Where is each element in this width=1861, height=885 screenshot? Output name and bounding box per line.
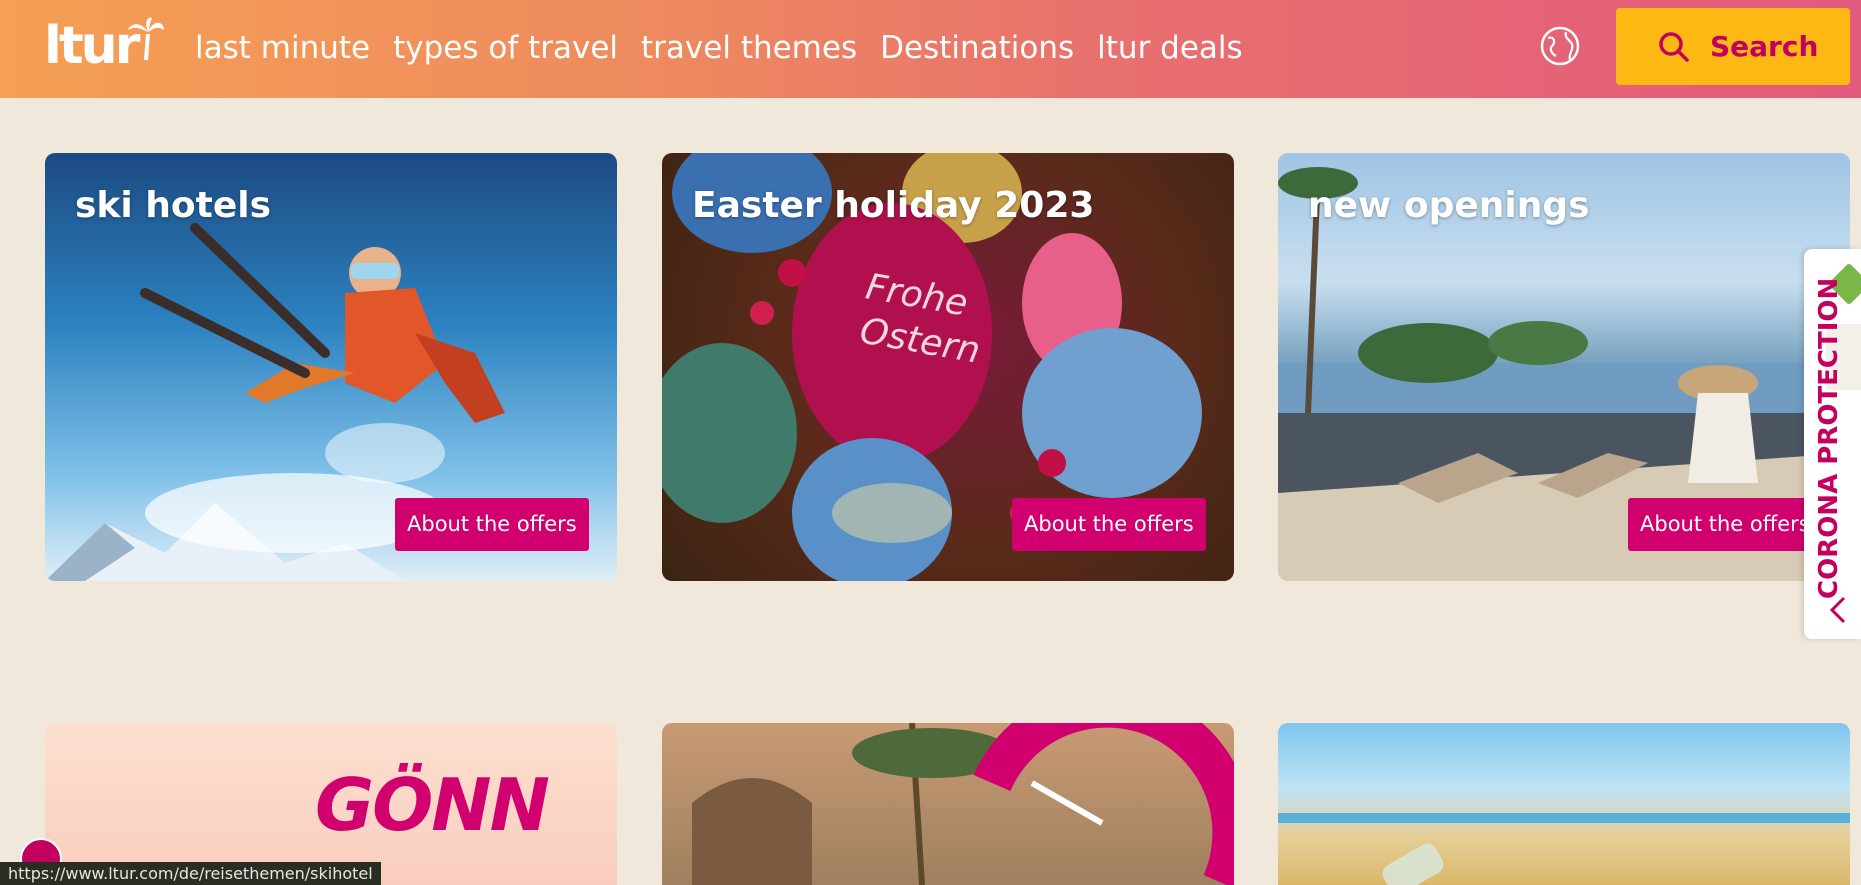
logo-text: ltur: [44, 16, 140, 76]
nav-destinations[interactable]: Destinations: [880, 28, 1074, 68]
search-button[interactable]: Search: [1616, 8, 1850, 85]
nav-types-of-travel[interactable]: types of travel: [393, 28, 618, 68]
card-beach[interactable]: [1278, 723, 1850, 885]
palm-tree-icon: [128, 17, 164, 60]
card-title: Easter holiday 2023: [692, 185, 1095, 226]
nav-ltur-deals[interactable]: ltur deals: [1097, 28, 1243, 68]
chevron-left-icon[interactable]: [1826, 594, 1850, 626]
card-title: ski hotels: [75, 185, 271, 226]
card-new-openings[interactable]: new openings About the offers: [1278, 153, 1850, 581]
beach-bottle-image: [1278, 813, 1850, 885]
nav-last-minute[interactable]: last minute: [195, 28, 370, 68]
card-promo-gonn[interactable]: GÖNN: [45, 723, 617, 885]
nav-travel-themes[interactable]: travel themes: [641, 28, 857, 68]
ltur-logo[interactable]: ltur: [44, 16, 164, 76]
card-ski-hotels[interactable]: ski hotels About the offers: [45, 153, 617, 581]
main-nav: last minute types of travel travel theme…: [195, 28, 1266, 68]
about-offers-button[interactable]: About the offers: [1628, 498, 1822, 551]
about-offers-button[interactable]: About the offers: [395, 498, 589, 551]
search-icon: [1659, 31, 1689, 62]
card-title: new openings: [1308, 185, 1590, 226]
promo-text: GÖNN: [315, 763, 550, 847]
corona-protection-tab[interactable]: CORONA PROTECTION: [1804, 249, 1861, 639]
search-button-label: Search: [1710, 30, 1819, 63]
card-arches[interactable]: [662, 723, 1234, 885]
status-bar-url: https://www.ltur.com/de/reisethemen/skih…: [0, 862, 381, 885]
site-header: ltur last minute types of travel travel …: [0, 0, 1861, 98]
card-easter-holiday[interactable]: Frohe Ostern Easter holiday 2023 About t…: [662, 153, 1234, 581]
about-offers-button[interactable]: About the offers: [1012, 498, 1206, 551]
globe-icon[interactable]: [1540, 26, 1580, 66]
side-tab-label: CORONA PROTECTION: [1814, 277, 1844, 599]
arches-image: [692, 723, 1234, 885]
